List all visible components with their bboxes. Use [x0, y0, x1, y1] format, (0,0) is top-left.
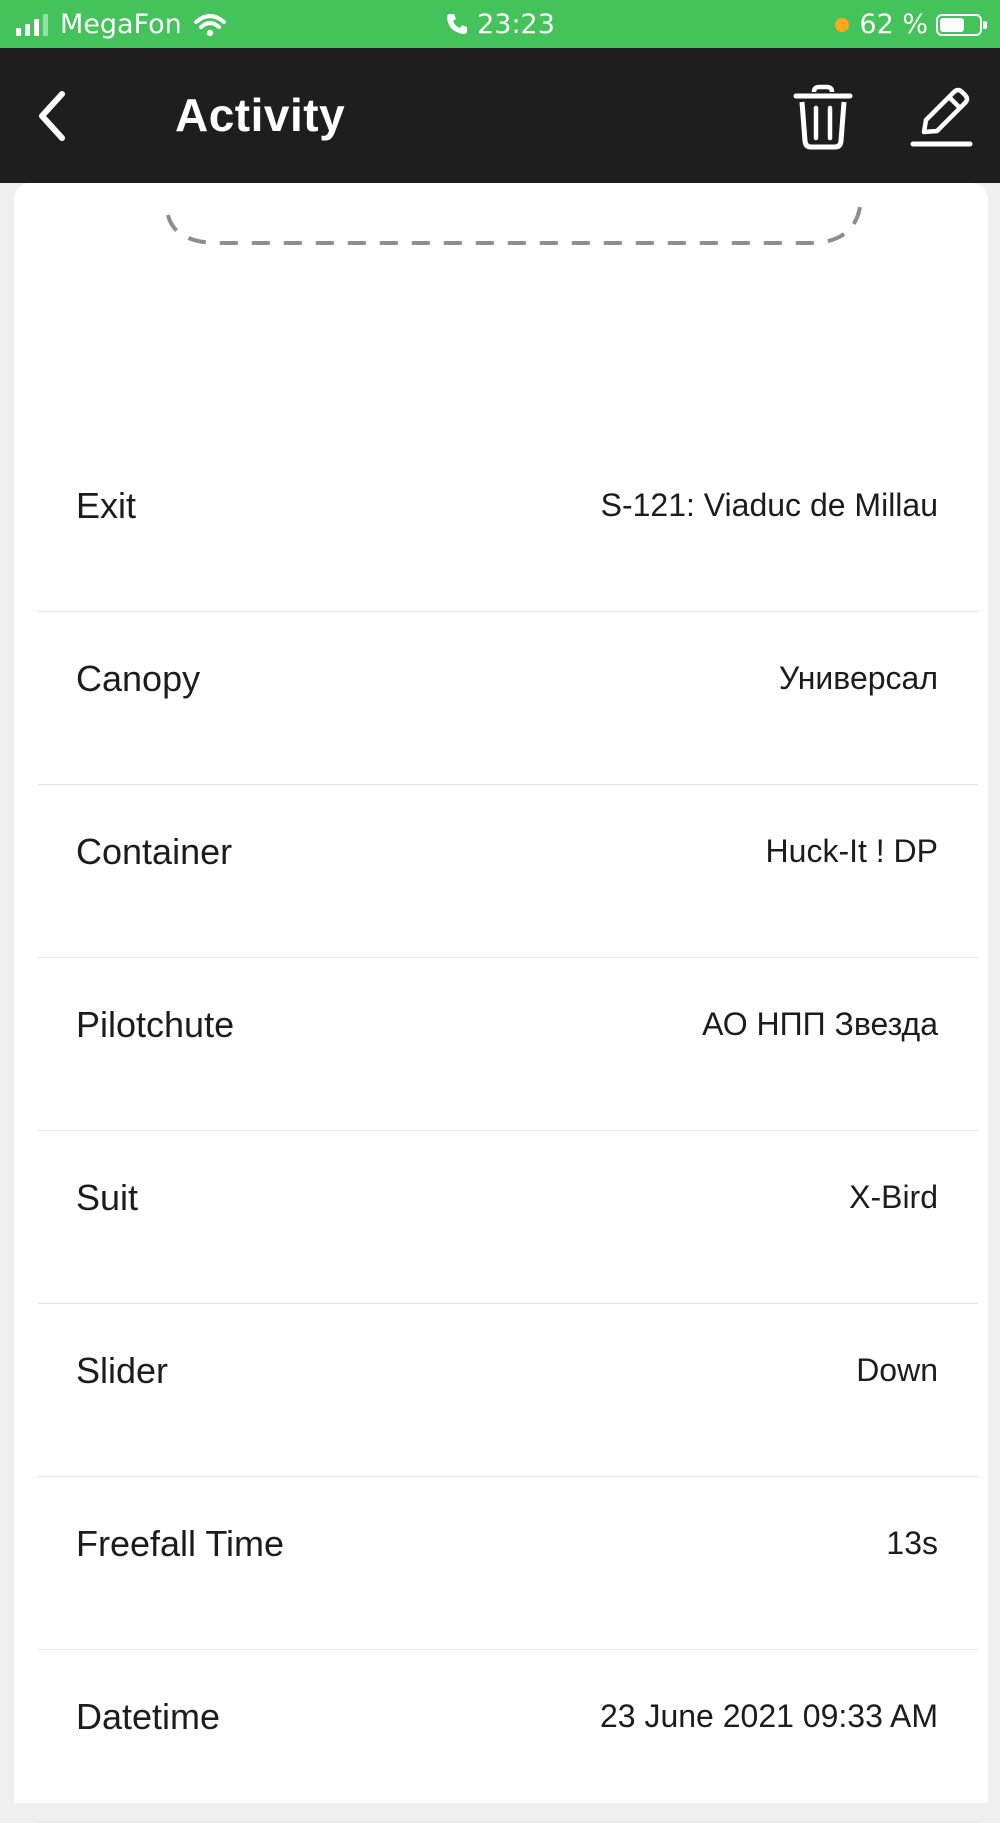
detail-row-suit[interactable]: Suit X-Bird [38, 1131, 978, 1304]
back-button[interactable] [30, 88, 76, 144]
detail-value: АО НПП Звезда [702, 1006, 938, 1042]
detail-label: Exit [76, 485, 137, 526]
detail-value: 13s [886, 1525, 938, 1561]
battery-icon [936, 13, 987, 36]
detail-value: 23 June 2021 09:33 AM [599, 1698, 938, 1734]
flight-path-graphic [166, 206, 862, 245]
detail-row-slider[interactable]: Slider Down [38, 1304, 978, 1477]
status-time: 23:23 [477, 9, 555, 40]
detail-row-exit[interactable]: Exit S-121: Viaduc de Millau [38, 439, 978, 612]
status-right: 62 % [835, 9, 987, 40]
detail-label: Datetime [76, 1696, 221, 1737]
privacy-indicator-dot [835, 17, 850, 32]
chevron-left-icon [39, 91, 65, 141]
detail-label: Slider [76, 1350, 169, 1391]
detail-label: Container [76, 831, 233, 872]
detail-row-datetime[interactable]: Datetime 23 June 2021 09:33 AM [38, 1650, 978, 1823]
app-header: Activity [0, 48, 1000, 183]
delete-button[interactable] [792, 84, 854, 150]
detail-label: Suit [76, 1177, 139, 1218]
detail-row-canopy[interactable]: Canopy Универсал [38, 612, 978, 785]
detail-row-pilotchute[interactable]: Pilotchute АО НПП Звезда [38, 958, 978, 1131]
trash-icon [793, 84, 853, 150]
battery-percent: 62 % [859, 9, 928, 40]
detail-value: X-Bird [849, 1179, 938, 1215]
phone-icon [447, 14, 468, 34]
detail-value: Down [856, 1352, 938, 1388]
activity-details-card: Exit S-121: Viaduc de Millau Canopy Унив… [14, 183, 988, 1823]
pencil-icon [910, 87, 973, 147]
detail-value: S-121: Viaduc de Millau [600, 487, 938, 523]
detail-row-container[interactable]: Container Huck-It ! DP [38, 785, 978, 958]
detail-label: Canopy [76, 658, 201, 699]
page-title: Activity [175, 89, 346, 141]
edit-button[interactable] [908, 84, 974, 150]
detail-value: Huck-It ! DP [765, 833, 938, 869]
details-list: Exit S-121: Viaduc de Millau Canopy Унив… [38, 439, 978, 1823]
detail-label: Freefall Time [76, 1523, 285, 1564]
detail-label: Pilotchute [76, 1004, 235, 1045]
detail-value: Универсал [778, 660, 938, 696]
status-bar: MegaFon 23:23 62 % [0, 0, 1000, 48]
detail-row-freefall-time[interactable]: Freefall Time 13s [38, 1477, 978, 1650]
